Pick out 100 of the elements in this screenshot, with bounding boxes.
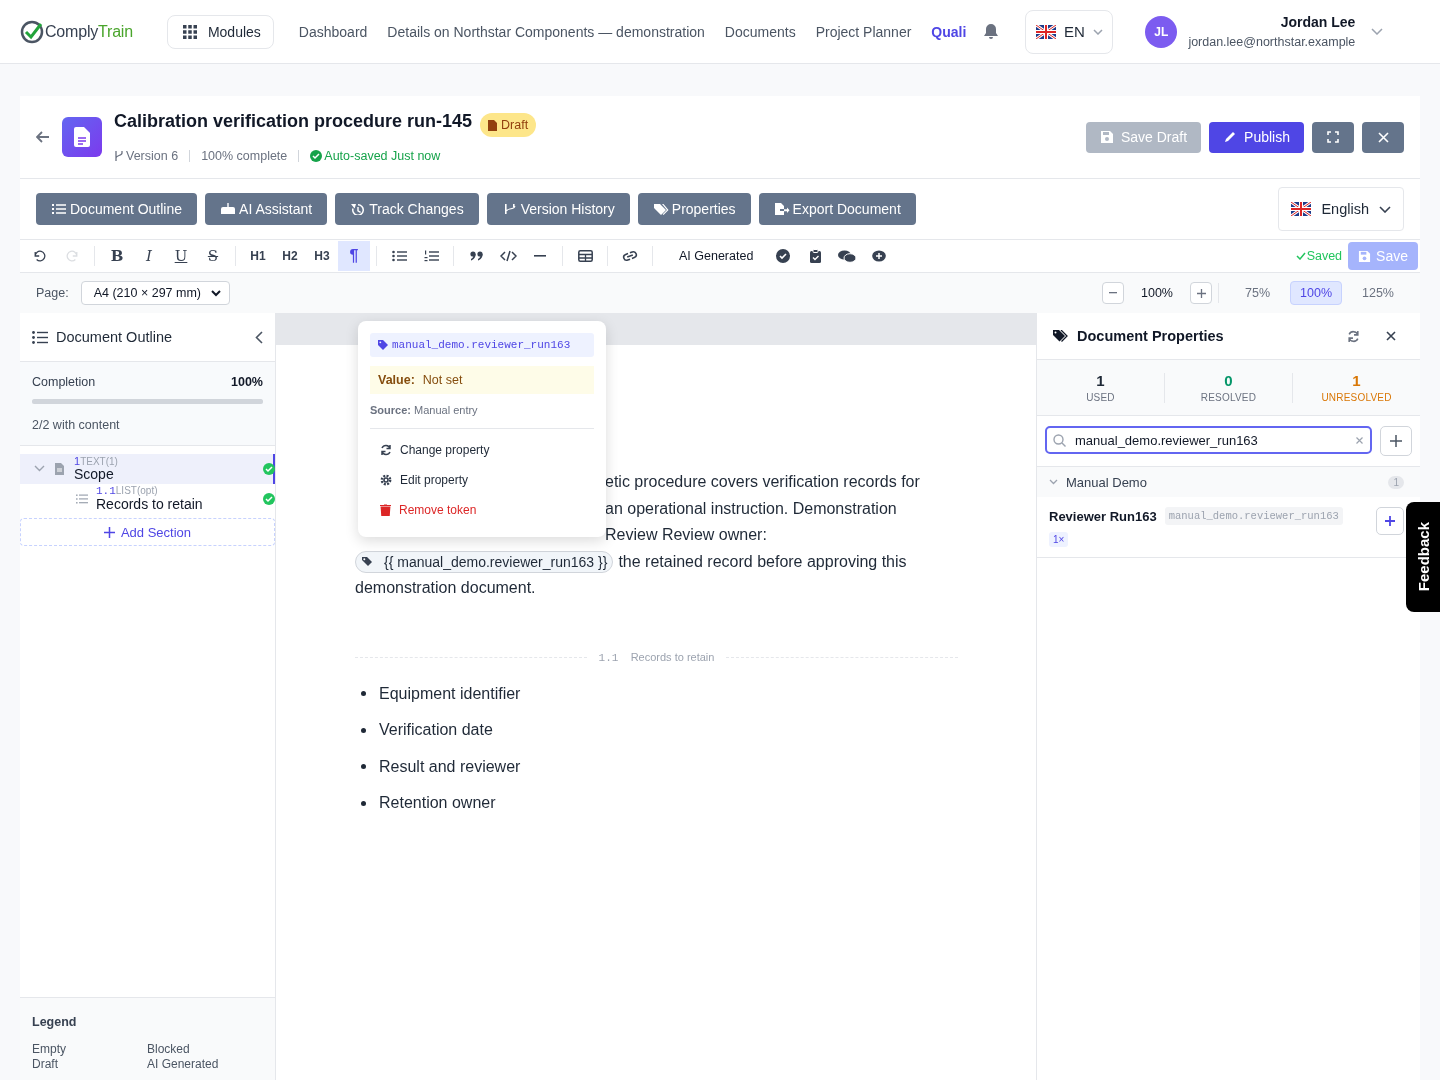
bullet-item: Result and reviewer — [361, 756, 521, 777]
completion-label: Completion — [32, 375, 96, 389]
outline-item[interactable]: 1.1LIST(opt) Records to retain — [20, 484, 275, 514]
bullet-item: Equipment identifier — [361, 683, 521, 704]
underline-button[interactable]: U — [165, 241, 197, 271]
refresh-icon[interactable] — [1347, 329, 1360, 343]
clear-icon[interactable] — [1356, 437, 1363, 444]
page-label: Page: — [36, 286, 69, 300]
heading-button[interactable]: H3 — [306, 241, 338, 271]
status-badge: Draft — [480, 113, 537, 137]
group-name: Manual Demo — [1066, 474, 1147, 490]
document-title: Calibration verification procedure run-145 — [114, 110, 473, 132]
insert-property-button[interactable] — [1376, 507, 1404, 535]
heading-button[interactable]: H1 — [242, 241, 274, 271]
comment-plus-icon — [872, 249, 887, 263]
collapse-chevron-icon[interactable] — [255, 330, 263, 344]
autosave-status: Auto-saved Just now — [324, 149, 441, 163]
legend-item: Draft — [32, 1057, 59, 1072]
check-circle-icon — [776, 249, 791, 263]
close-button[interactable] — [1362, 121, 1404, 153]
content-language-dropdown[interactable]: English — [1278, 187, 1404, 231]
zoom-preset-button[interactable]: 100% — [1290, 281, 1342, 305]
fullscreen-button[interactable] — [1312, 121, 1354, 153]
paragraph-text: an operational instruction. Demonstration — [605, 498, 897, 519]
modules-button[interactable]: Modules — [166, 14, 274, 49]
heading-button[interactable]: ¶ — [338, 241, 370, 271]
nav-link[interactable]: Quali — [931, 23, 967, 40]
robot-icon — [221, 203, 237, 215]
user-email: jordan.lee@northstar.example — [1188, 35, 1356, 49]
expand-icon — [1327, 131, 1339, 143]
tags-icon — [1053, 329, 1069, 343]
panel-button[interactable]: AI Assistant — [205, 193, 328, 225]
popup-menu-item[interactable]: Change property — [370, 435, 594, 465]
ai-generated-button[interactable]: AI Generated — [659, 241, 768, 271]
back-arrow-icon[interactable] — [36, 131, 50, 143]
plus-icon — [1390, 435, 1402, 447]
panel-button[interactable]: Document Outline — [36, 193, 198, 225]
legend-item: Empty — [32, 1042, 67, 1057]
value-label: Value: — [378, 373, 415, 387]
code-icon — [499, 250, 517, 262]
logo-check-icon — [20, 19, 44, 44]
legend-title: Legend — [32, 1015, 77, 1029]
panel-button[interactable]: Export Document — [758, 193, 916, 225]
chevron-down-icon — [1092, 28, 1103, 35]
property-group-header[interactable]: Manual Demo 1 — [1037, 467, 1420, 497]
paragraph-text: Review Review owner: — [605, 525, 767, 545]
popup-menu-item[interactable]: Remove token — [370, 495, 594, 525]
feedback-tab[interactable]: Feedback — [1406, 502, 1440, 612]
strikethrough-button[interactable]: S — [197, 241, 229, 271]
chevron-down-icon[interactable] — [1371, 28, 1384, 35]
panel-button[interactable]: Track Changes — [335, 193, 479, 225]
panel-button[interactable]: Properties — [637, 193, 751, 225]
checkmark-icon — [1295, 252, 1306, 260]
document-icon — [62, 117, 102, 157]
clipboard-check-icon — [809, 249, 821, 263]
refresh-icon — [380, 444, 392, 456]
brand-name[interactable]: ComplyTrain — [45, 22, 133, 41]
close-icon[interactable] — [1386, 331, 1396, 341]
user-name: Jordan Lee — [1280, 14, 1356, 30]
page-size-select[interactable]: A4 (210 × 297 mm) — [80, 281, 230, 305]
bold-button[interactable]: B — [101, 241, 133, 271]
check-circle-icon — [310, 150, 323, 162]
document-icon — [55, 462, 64, 475]
property-token[interactable]: {{ manual_demo.reviewer_run163 }} — [355, 550, 614, 573]
nav-link[interactable]: Dashboard — [298, 23, 368, 40]
zoom-preset-button[interactable]: 125% — [1352, 281, 1404, 305]
file-export-icon — [774, 203, 790, 215]
quote-icon — [469, 251, 483, 261]
history-icon — [351, 203, 367, 215]
publish-button[interactable]: Publish — [1209, 121, 1304, 153]
heading-button[interactable]: H2 — [274, 241, 306, 271]
section-type: 1.1LIST(opt) — [96, 485, 159, 497]
completion-value: 100% — [231, 375, 263, 389]
popup-menu-item[interactable]: Edit property — [370, 465, 594, 495]
add-section-button[interactable]: Add Section — [20, 518, 275, 546]
add-property-button[interactable] — [1380, 426, 1412, 456]
zoom-preset-button[interactable]: 75% — [1235, 281, 1281, 305]
stat-value: 0 — [1224, 372, 1233, 389]
property-key: manual_demo.reviewer_run163 — [392, 339, 571, 351]
link-icon — [622, 250, 638, 262]
bell-icon[interactable] — [983, 23, 1000, 40]
bullet-item: Retention owner — [361, 793, 496, 813]
language-dropdown[interactable]: EN — [1025, 9, 1114, 54]
paragraph-text: etic procedure covers verification records for — [605, 472, 920, 492]
flag-icon — [1035, 24, 1056, 39]
italic-button[interactable]: I — [133, 241, 165, 271]
outline-item[interactable]: 1TEXT(1) Scope — [20, 454, 275, 484]
property-search-field[interactable]: manual_demo.reviewer_run163 — [1045, 426, 1372, 454]
section-title: Scope — [74, 466, 114, 482]
nav-link[interactable]: Project Planner — [815, 23, 912, 40]
file-icon — [488, 119, 498, 131]
nav-link[interactable]: Details on Northstar Components — demonstration — [387, 23, 705, 40]
section-type: 1TEXT(1) — [74, 455, 118, 467]
user-avatar[interactable]: JL — [1145, 15, 1178, 48]
zoom-in-button[interactable] — [1190, 282, 1212, 304]
nav-link[interactable]: Documents — [724, 23, 796, 40]
section-title: Records to retain — [96, 496, 203, 512]
panel-button[interactable]: Version History — [486, 193, 630, 225]
property-name: Reviewer Run163 — [1049, 508, 1157, 524]
minus-icon — [534, 255, 546, 257]
